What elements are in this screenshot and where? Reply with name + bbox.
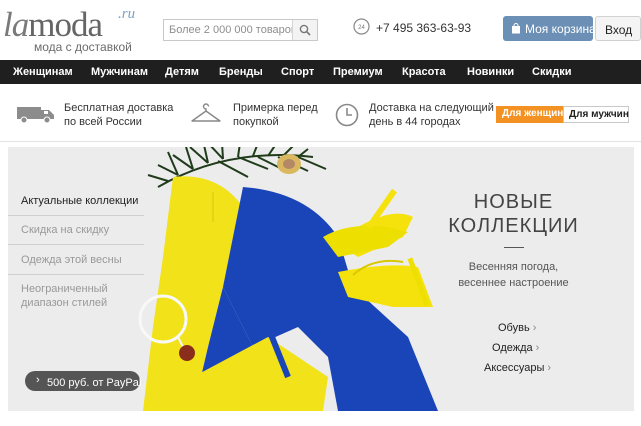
promo-divider	[504, 247, 524, 248]
side-item-spring-clothes[interactable]: Одежда этой весны	[21, 254, 157, 266]
feature-next-day-line2: день в 44 городах	[369, 116, 461, 128]
bag-icon	[512, 23, 520, 34]
nav-item-sale[interactable]: Скидки	[532, 66, 571, 78]
nav-item-men[interactable]: Мужчинам	[91, 66, 148, 78]
side-item-unlimited-styles[interactable]: Неограниченный	[21, 283, 157, 295]
divider	[8, 244, 144, 245]
main-nav: Женщинам Мужчинам Детям Бренды Спорт Пре…	[0, 60, 641, 84]
divider	[8, 215, 144, 216]
nav-item-kids[interactable]: Детям	[165, 66, 199, 78]
feature-fitting-line2: покупкой	[233, 116, 279, 128]
logo-word: moda	[28, 5, 103, 44]
phone-number[interactable]: +7 495 363-63-93	[376, 21, 471, 35]
logo-wordmark: lamoda	[3, 5, 103, 44]
promo-subtitle-line1: Весенняя погода,	[468, 261, 559, 273]
promo-link-accessories-label: Аксессуары	[484, 362, 545, 374]
search-input[interactable]	[164, 20, 292, 40]
promo-link-shoes-label: Обувь	[498, 322, 530, 334]
feature-next-day-line1: Доставка на следующий	[369, 102, 494, 114]
promo-link-clothes-label: Одежда	[492, 342, 533, 354]
search-icon	[299, 24, 311, 36]
nav-item-women[interactable]: Женщинам	[13, 66, 73, 78]
truck-icon	[17, 107, 54, 124]
nav-item-new[interactable]: Новинки	[467, 66, 514, 78]
chevron-right-icon: ›	[535, 342, 540, 354]
feature-delivery-line2: по всей России	[64, 116, 142, 128]
svg-text:24: 24	[358, 25, 365, 31]
clock-24-icon: 24	[353, 18, 370, 35]
promo-title-line2: КОЛЛЕКЦИИ	[448, 215, 579, 237]
hanger-icon	[191, 103, 221, 122]
cart-label: Моя корзина	[525, 22, 596, 36]
search-box	[163, 19, 318, 41]
feature-fitting: Примерка перед покупкой	[233, 101, 318, 129]
side-item-unlimited-styles-line2[interactable]: диапазон стилей	[21, 297, 157, 309]
paypal-offer-text: 500 руб. от PayPal	[47, 377, 142, 389]
chevron-right-icon: ›	[532, 322, 537, 334]
cart-button[interactable]: Моя корзина	[503, 16, 596, 41]
gender-women-button[interactable]: Для женщин	[496, 106, 563, 123]
login-button[interactable]: Вход	[595, 16, 641, 41]
paypal-offer-button[interactable]: 500 руб. от PayPal ›	[25, 371, 142, 391]
search-button[interactable]	[292, 20, 317, 40]
side-item-actual-collections[interactable]: Актуальные коллекции	[21, 195, 157, 207]
lamoda-logo[interactable]: lamoda .ru мода с доставкой	[3, 5, 143, 55]
feature-fitting-line1: Примерка перед	[233, 102, 318, 114]
clock-icon	[335, 103, 359, 127]
divider	[8, 274, 144, 275]
feature-delivery-line1: Бесплатная доставка	[64, 102, 174, 114]
gender-men-button[interactable]: Для мужчин	[563, 106, 629, 123]
gender-women-label: Для женщин	[502, 108, 564, 119]
nav-item-premium[interactable]: Премиум	[333, 66, 383, 78]
promo-title: НОВЫЕ КОЛЛЕКЦИИ	[440, 190, 587, 238]
promo-link-clothes[interactable]: Одежда ›	[492, 342, 539, 354]
chevron-right-icon: ›	[547, 362, 552, 374]
nav-item-sport[interactable]: Спорт	[281, 66, 314, 78]
info-bar: Бесплатная доставка по всей России Приме…	[0, 84, 641, 142]
bracelet-image	[277, 154, 301, 174]
header: lamoda .ru мода с доставкой 24 +7 495 36…	[0, 0, 641, 60]
logo-tld: .ru	[118, 6, 136, 22]
promo-subtitle: Весенняя погода, весеннее настроение	[440, 259, 587, 291]
feature-delivery: Бесплатная доставка по всей России	[64, 101, 173, 129]
login-label: Вход	[605, 23, 633, 37]
promo-title-line1: НОВЫЕ	[473, 191, 554, 213]
logo-tagline: мода с доставкой	[34, 40, 132, 54]
side-item-discount[interactable]: Скидка на скидку	[21, 224, 157, 236]
logo-prefix: la	[3, 5, 29, 44]
nav-item-brands[interactable]: Бренды	[219, 66, 263, 78]
paypal-offer-label: 500 руб. от PayPal ›	[36, 374, 142, 389]
gender-men-label: Для мужчин	[569, 109, 629, 120]
promo-subtitle-line2: весеннее настроение	[458, 277, 569, 289]
promo-link-accessories[interactable]: Аксессуары ›	[484, 362, 551, 374]
nav-item-beauty[interactable]: Красота	[402, 66, 446, 78]
feature-next-day: Доставка на следующий день в 44 городах	[369, 101, 494, 129]
promo-link-shoes[interactable]: Обувь ›	[498, 322, 536, 334]
